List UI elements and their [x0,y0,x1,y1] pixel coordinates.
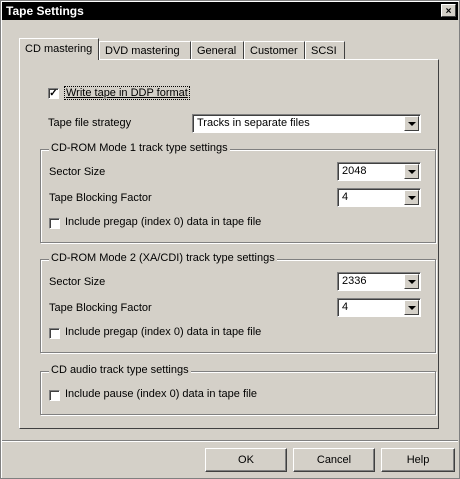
tape-file-strategy-value: Tracks in separate files [197,117,310,129]
chevron-down-icon[interactable] [404,274,419,289]
ok-button[interactable]: OK [205,448,287,472]
tab-dvd-mastering[interactable]: DVD mastering [99,41,191,59]
mode2-sector-label: Sector Size [49,276,106,288]
divider [2,440,458,442]
audio-pause-checkbox[interactable] [49,390,60,401]
mode1-sector-select[interactable]: 2048 [337,162,421,181]
mode1-blocking-select[interactable]: 4 [337,188,421,207]
mode2-pregap-checkbox[interactable] [49,328,60,339]
mode1-group: CD-ROM Mode 1 track type settings Sector… [40,142,436,243]
tape-file-strategy-label: Tape file strategy [48,117,132,129]
title-bar[interactable]: Tape Settings × [2,2,458,20]
cancel-button[interactable]: Cancel [293,448,375,472]
mode2-sector-select[interactable]: 2336 [337,272,421,291]
mode1-legend: CD-ROM Mode 1 track type settings [49,142,230,154]
tab-general[interactable]: General [191,41,244,59]
mode1-blocking-value: 4 [342,191,349,203]
ddp-checkbox[interactable]: ✓ [48,88,59,99]
tape-file-strategy-select[interactable]: Tracks in separate files [192,114,421,133]
mode1-sector-value: 2048 [342,165,367,177]
chevron-down-icon[interactable] [404,300,419,315]
audio-pause-label[interactable]: Include pause (index 0) data in tape fil… [65,388,257,400]
chevron-down-icon[interactable] [404,164,419,179]
tab-customer[interactable]: Customer [244,41,305,59]
mode2-sector-value: 2336 [342,275,367,287]
mode2-blocking-select[interactable]: 4 [337,298,421,317]
window-title: Tape Settings [6,4,84,18]
help-button[interactable]: Help [381,448,455,472]
tab-scsi[interactable]: SCSI [305,41,345,59]
tab-cd-mastering[interactable]: CD mastering [19,38,99,60]
mode1-blocking-label: Tape Blocking Factor [49,192,152,204]
mode1-pregap-label[interactable]: Include pregap (index 0) data in tape fi… [65,216,261,228]
mode2-legend: CD-ROM Mode 2 (XA/CDI) track type settin… [49,252,277,264]
ddp-label[interactable]: Write tape in DDP format [64,86,190,100]
mode1-pregap-checkbox[interactable] [49,218,60,229]
audio-group: CD audio track type settings Include pau… [40,364,436,415]
audio-legend: CD audio track type settings [49,364,191,376]
close-icon[interactable]: × [441,4,456,17]
mode2-blocking-label: Tape Blocking Factor [49,302,152,314]
mode1-sector-label: Sector Size [49,166,106,178]
mode2-group: CD-ROM Mode 2 (XA/CDI) track type settin… [40,252,436,353]
chevron-down-icon[interactable] [404,190,419,205]
mode2-pregap-label[interactable]: Include pregap (index 0) data in tape fi… [65,326,261,338]
chevron-down-icon[interactable] [404,116,419,131]
mode2-blocking-value: 4 [342,301,349,313]
tab-panel-cd-mastering: ✓ Write tape in DDP format Tape file str… [19,59,439,429]
tape-settings-dialog: Tape Settings × CD mastering DVD masteri… [0,0,460,479]
